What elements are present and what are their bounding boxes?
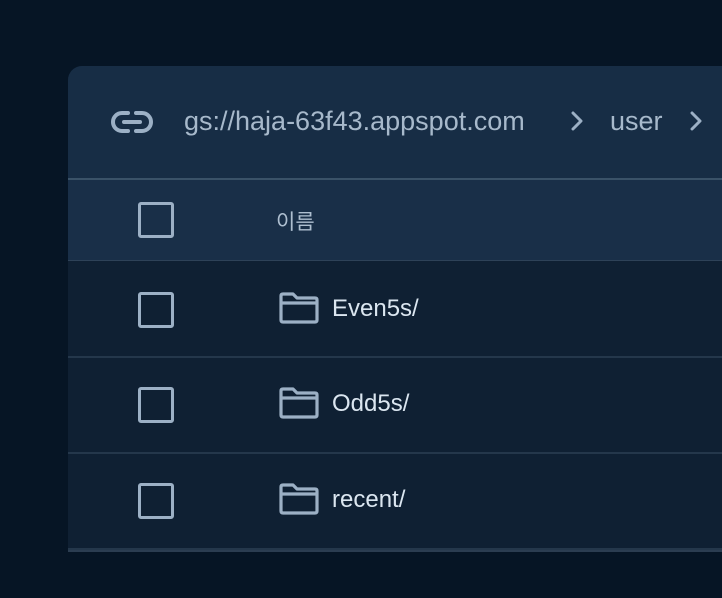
table-row[interactable]: recent/ bbox=[68, 453, 722, 550]
folder-icon bbox=[278, 482, 320, 516]
row-name[interactable]: Odd5s/ bbox=[332, 389, 409, 419]
row-checkbox[interactable] bbox=[138, 292, 174, 328]
select-all-checkbox[interactable] bbox=[138, 202, 174, 238]
folder-icon bbox=[278, 291, 320, 325]
row-checkbox[interactable] bbox=[138, 483, 174, 519]
row-name[interactable]: recent/ bbox=[332, 485, 405, 515]
storage-browser-panel: gs://haja-63f43.appspot.com user 이름 Even… bbox=[68, 66, 722, 552]
breadcrumb-item-bucket[interactable]: gs://haja-63f43.appspot.com bbox=[184, 104, 525, 138]
table-row[interactable]: Odd5s/ bbox=[68, 357, 722, 454]
breadcrumb: gs://haja-63f43.appspot.com user bbox=[68, 66, 722, 180]
chevron-right-icon bbox=[566, 109, 588, 133]
link-icon bbox=[110, 106, 154, 138]
table-header: 이름 bbox=[68, 180, 722, 261]
folder-icon bbox=[278, 386, 320, 420]
row-name[interactable]: Even5s/ bbox=[332, 294, 419, 324]
table-row[interactable]: Even5s/ bbox=[68, 261, 722, 358]
chevron-right-icon bbox=[685, 109, 707, 133]
column-header-name[interactable]: 이름 bbox=[276, 206, 315, 236]
breadcrumb-item-user[interactable]: user bbox=[610, 104, 663, 138]
row-checkbox[interactable] bbox=[138, 387, 174, 423]
